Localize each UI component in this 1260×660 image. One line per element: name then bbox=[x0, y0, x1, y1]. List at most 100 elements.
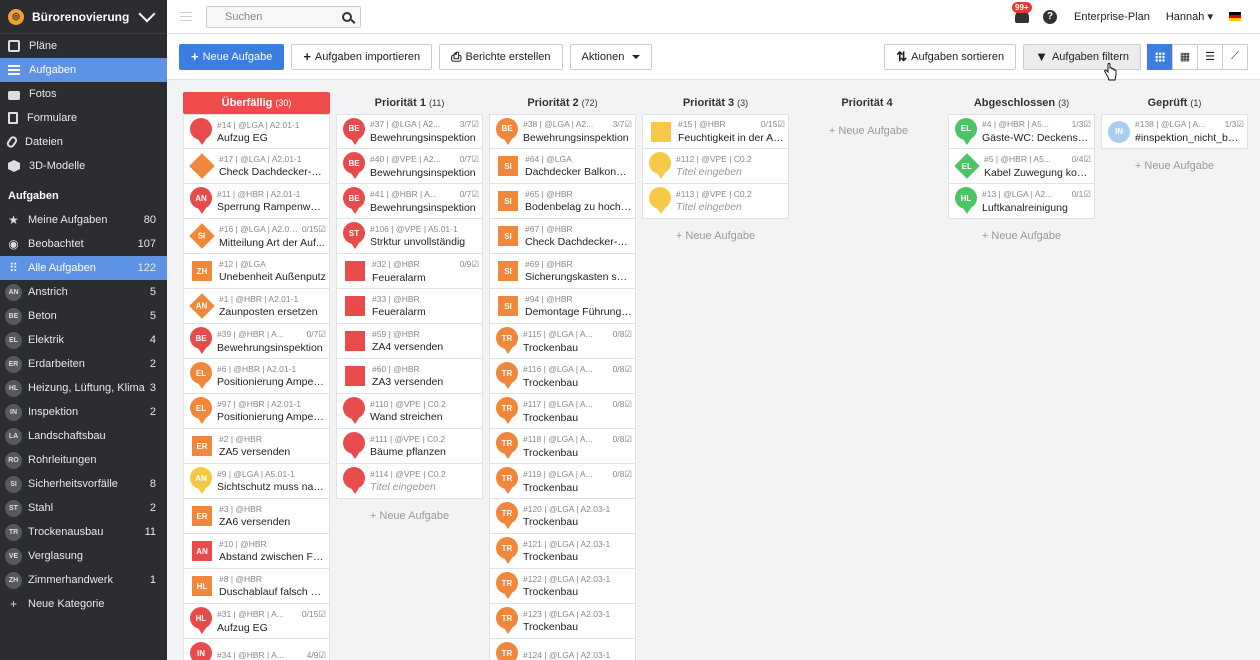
search-icon[interactable] bbox=[342, 11, 352, 22]
task-card[interactable]: AN #1 | @HBR | A2.01-1 Zaunposten ersetzen bbox=[183, 289, 330, 324]
task-card[interactable]: EL #97 | @HBR | A2.01-1 Positionierung Amp… bbox=[183, 394, 330, 429]
task-card[interactable]: ST #106 | @VPE | A5.01-1 Strktur unvollstä… bbox=[336, 219, 483, 254]
category-item[interactable]: HL Heizung, Lüftung, Klima 3 bbox=[0, 376, 167, 400]
menu-icon[interactable] bbox=[180, 11, 192, 22]
board-view-button[interactable] bbox=[1147, 43, 1173, 70]
category-item[interactable]: LA Landschaftsbau bbox=[0, 424, 167, 448]
task-card[interactable]: SI #94 | @HBR Demontage Führungss... bbox=[489, 289, 636, 324]
calendar-view-button[interactable]: ▦ bbox=[1172, 43, 1198, 70]
task-card[interactable]: SI #16 | @LGA | A2.01-... 0/15☑ Mitteilung … bbox=[183, 219, 330, 254]
filter-item-1[interactable]: ◉ Beobachtet 107 bbox=[0, 232, 167, 256]
task-card[interactable]: TR #115 | @LGA | A... 0/8☑ Trockenbau bbox=[489, 324, 636, 359]
category-item[interactable]: VE Verglasung bbox=[0, 544, 167, 568]
nav-item-0[interactable]: Pläne bbox=[0, 34, 167, 58]
german-flag-icon[interactable] bbox=[1229, 12, 1241, 21]
filter-tasks-button[interactable]: ▼ Aufgaben filtern bbox=[1023, 43, 1141, 70]
task-card[interactable]: BE #38 | @LGA | A2... 3/7☑ Bewehrungsinspek… bbox=[489, 114, 636, 149]
task-card[interactable]: #111 | @VPE | C0.2 Bäume pflanzen bbox=[336, 429, 483, 464]
task-card[interactable]: EL #6 | @HBR | A2.01-1 Positionierung Ampe… bbox=[183, 359, 330, 394]
column-header[interactable]: Geprüft (1) bbox=[1101, 92, 1248, 114]
nav-item-4[interactable]: Dateien bbox=[0, 130, 167, 154]
task-card[interactable]: AN #9 | @LGA | A5.01-1 Sichtschutz muss na… bbox=[183, 464, 330, 499]
task-card[interactable]: BE #40 | @VPE | A2... 0/7☑ Bewehrungsinspek… bbox=[336, 149, 483, 184]
nav-item-3[interactable]: Formulare bbox=[0, 106, 167, 130]
task-card[interactable]: IN #138 | @LGA | A... 1/3☑ #inspektion_nich… bbox=[1101, 114, 1248, 149]
task-card[interactable]: HL #8 | @HBR Duschablauf falsch pos... bbox=[183, 569, 330, 604]
task-card[interactable]: TR #122 | @LGA | A2.03-1 Trockenbau bbox=[489, 569, 636, 604]
create-reports-button[interactable]: ⎙ Berichte erstellen bbox=[439, 43, 563, 70]
task-card[interactable]: #15 | @HBR 0/15☑ Feuchtigkeit in der Auf..… bbox=[642, 114, 789, 149]
task-card[interactable]: BE #39 | @HBR | A... 0/7☑ Bewehrungsinspekt… bbox=[183, 324, 330, 359]
user-menu[interactable]: Hannah ▾ bbox=[1166, 10, 1213, 23]
task-card[interactable]: SI #69 | @HBR Sicherungskasten schief bbox=[489, 254, 636, 289]
column-header[interactable]: Priorität 4 bbox=[795, 92, 942, 114]
column-header[interactable]: Überfällig (30) bbox=[183, 92, 330, 114]
import-tasks-button[interactable]: + Aufgaben importieren bbox=[291, 43, 433, 70]
task-card[interactable]: AN #11 | @HBR | A2.01-1 Sperrung Rampenwan… bbox=[183, 184, 330, 219]
task-card[interactable]: #33 | @HBR Feueralarm bbox=[336, 289, 483, 324]
task-card[interactable]: #14 | @LGA | A2.01-1 Aufzug EG bbox=[183, 114, 330, 149]
task-card[interactable]: SI #67 | @HBR Check Dachdecker-Ar... bbox=[489, 219, 636, 254]
task-card[interactable]: BE #37 | @LGA | A2... 3/7☑ Bewehrungsinspek… bbox=[336, 114, 483, 149]
task-card[interactable]: HL #31 | @HBR | A... 0/15☑ Aufzug EG bbox=[183, 604, 330, 639]
sort-tasks-button[interactable]: ⇅ Aufgaben sortieren bbox=[884, 43, 1017, 70]
task-card[interactable]: TR #120 | @LGA | A2.03-1 Trockenbau bbox=[489, 499, 636, 534]
task-card[interactable]: #110 | @VPE | C0.2 Wand streichen bbox=[336, 394, 483, 429]
task-card[interactable]: EL #4 | @HBR | A5... 1/3☑ Gäste-WC: Deckens… bbox=[948, 114, 1095, 149]
filter-item-0[interactable]: ★ Meine Aufgaben 80 bbox=[0, 208, 167, 232]
task-card[interactable]: #113 | @VPE | C0.2 Titel eingeben bbox=[642, 184, 789, 219]
category-item[interactable]: SI Sicherheitsvorfälle 8 bbox=[0, 472, 167, 496]
nav-item-2[interactable]: Fotos bbox=[0, 82, 167, 106]
task-card[interactable]: HL #13 | @LGA | A2... 0/1☑ Luftkanalreinigu… bbox=[948, 184, 1095, 219]
task-card[interactable]: #114 | @VPE | C0.2 Titel eingeben bbox=[336, 464, 483, 499]
nav-item-1[interactable]: Aufgaben bbox=[0, 58, 167, 82]
actions-dropdown[interactable]: Aktionen bbox=[569, 43, 653, 70]
task-card[interactable]: #59 | @HBR ZA4 versenden bbox=[336, 324, 483, 359]
add-task-link[interactable]: + Neue Aufgabe bbox=[795, 114, 942, 149]
task-card[interactable]: EL #5 | @HBR | A5... 0/4☑ Kabel Zuwegung ko… bbox=[948, 149, 1095, 184]
nav-item-5[interactable]: 3D-Modelle bbox=[0, 154, 167, 178]
column-header[interactable]: Abgeschlossen (3) bbox=[948, 92, 1095, 114]
gantt-view-button[interactable]: ☰ bbox=[1197, 43, 1223, 70]
category-item[interactable]: ZH Zimmerhandwerk 1 bbox=[0, 568, 167, 592]
task-card[interactable]: IN #34 | @HBR | A... 4/9☑ bbox=[183, 639, 330, 660]
task-card[interactable]: #32 | @HBR 0/9☑ Feueralarm bbox=[336, 254, 483, 289]
task-card[interactable]: ZH #12 | @LGA Unebenheit Außenputz bbox=[183, 254, 330, 289]
chevron-down-icon[interactable] bbox=[138, 5, 156, 22]
task-card[interactable]: #60 | @HBR ZA3 versenden bbox=[336, 359, 483, 394]
column-header[interactable]: Priorität 2 (72) bbox=[489, 92, 636, 114]
new-task-button[interactable]: + Neue Aufgabe bbox=[179, 43, 285, 70]
new-category-button[interactable]: + Neue Kategorie bbox=[0, 592, 167, 616]
add-task-link[interactable]: + Neue Aufgabe bbox=[948, 219, 1095, 254]
add-task-link[interactable]: + Neue Aufgabe bbox=[642, 219, 789, 254]
category-item[interactable]: TR Trockenausbau 11 bbox=[0, 520, 167, 544]
task-card[interactable]: #112 | @VPE | C0.2 Titel eingeben bbox=[642, 149, 789, 184]
task-card[interactable]: AN #10 | @HBR Abstand zwischen Fen... bbox=[183, 534, 330, 569]
task-card[interactable]: #17 | @LGA | A2.01-1 Check Dachdecker-Ar.… bbox=[183, 149, 330, 184]
category-item[interactable]: RO Rohrleitungen bbox=[0, 448, 167, 472]
filter-item-2[interactable]: ⠿ Alle Aufgaben 122 bbox=[0, 256, 167, 280]
column-header[interactable]: Priorität 3 (3) bbox=[642, 92, 789, 114]
task-card[interactable]: SI #65 | @HBR Bodenbelag zu hoch W... bbox=[489, 184, 636, 219]
category-item[interactable]: ER Erdarbeiten 2 bbox=[0, 352, 167, 376]
task-card[interactable]: TR #118 | @LGA | A... 0/8☑ Trockenbau bbox=[489, 429, 636, 464]
help-icon[interactable]: ? bbox=[1043, 9, 1058, 24]
task-card[interactable]: SI #64 | @LGA Dachdecker Balkone &... bbox=[489, 149, 636, 184]
search-input[interactable]: Suchen bbox=[206, 5, 361, 28]
project-switcher[interactable]: ◎ Bürorenovierung bbox=[0, 0, 167, 34]
task-card[interactable]: TR #121 | @LGA | A2.03-1 Trockenbau bbox=[489, 534, 636, 569]
task-card[interactable]: BE #41 | @HBR | A... 0/7☑ Bewehrungsinspekt… bbox=[336, 184, 483, 219]
add-task-link[interactable]: + Neue Aufgabe bbox=[336, 499, 483, 534]
task-card[interactable]: TR #119 | @LGA | A... 0/8☑ Trockenbau bbox=[489, 464, 636, 499]
category-item[interactable]: IN Inspektion 2 bbox=[0, 400, 167, 424]
task-card[interactable]: TR #117 | @LGA | A... 0/8☑ Trockenbau bbox=[489, 394, 636, 429]
task-card[interactable]: TR #123 | @LGA | A2.03-1 Trockenbau bbox=[489, 604, 636, 639]
category-item[interactable]: BE Beton 5 bbox=[0, 304, 167, 328]
task-card[interactable]: ER #2 | @HBR ZA5 versenden bbox=[183, 429, 330, 464]
category-item[interactable]: ST Stahl 2 bbox=[0, 496, 167, 520]
task-card[interactable]: TR #124 | @LGA | A2.03-1 bbox=[489, 639, 636, 660]
chart-view-button[interactable]: ⟋ bbox=[1222, 43, 1248, 70]
task-card[interactable]: ER #3 | @HBR ZA6 versenden bbox=[183, 499, 330, 534]
column-header[interactable]: Priorität 1 (11) bbox=[336, 92, 483, 114]
category-item[interactable]: EL Elektrik 4 bbox=[0, 328, 167, 352]
